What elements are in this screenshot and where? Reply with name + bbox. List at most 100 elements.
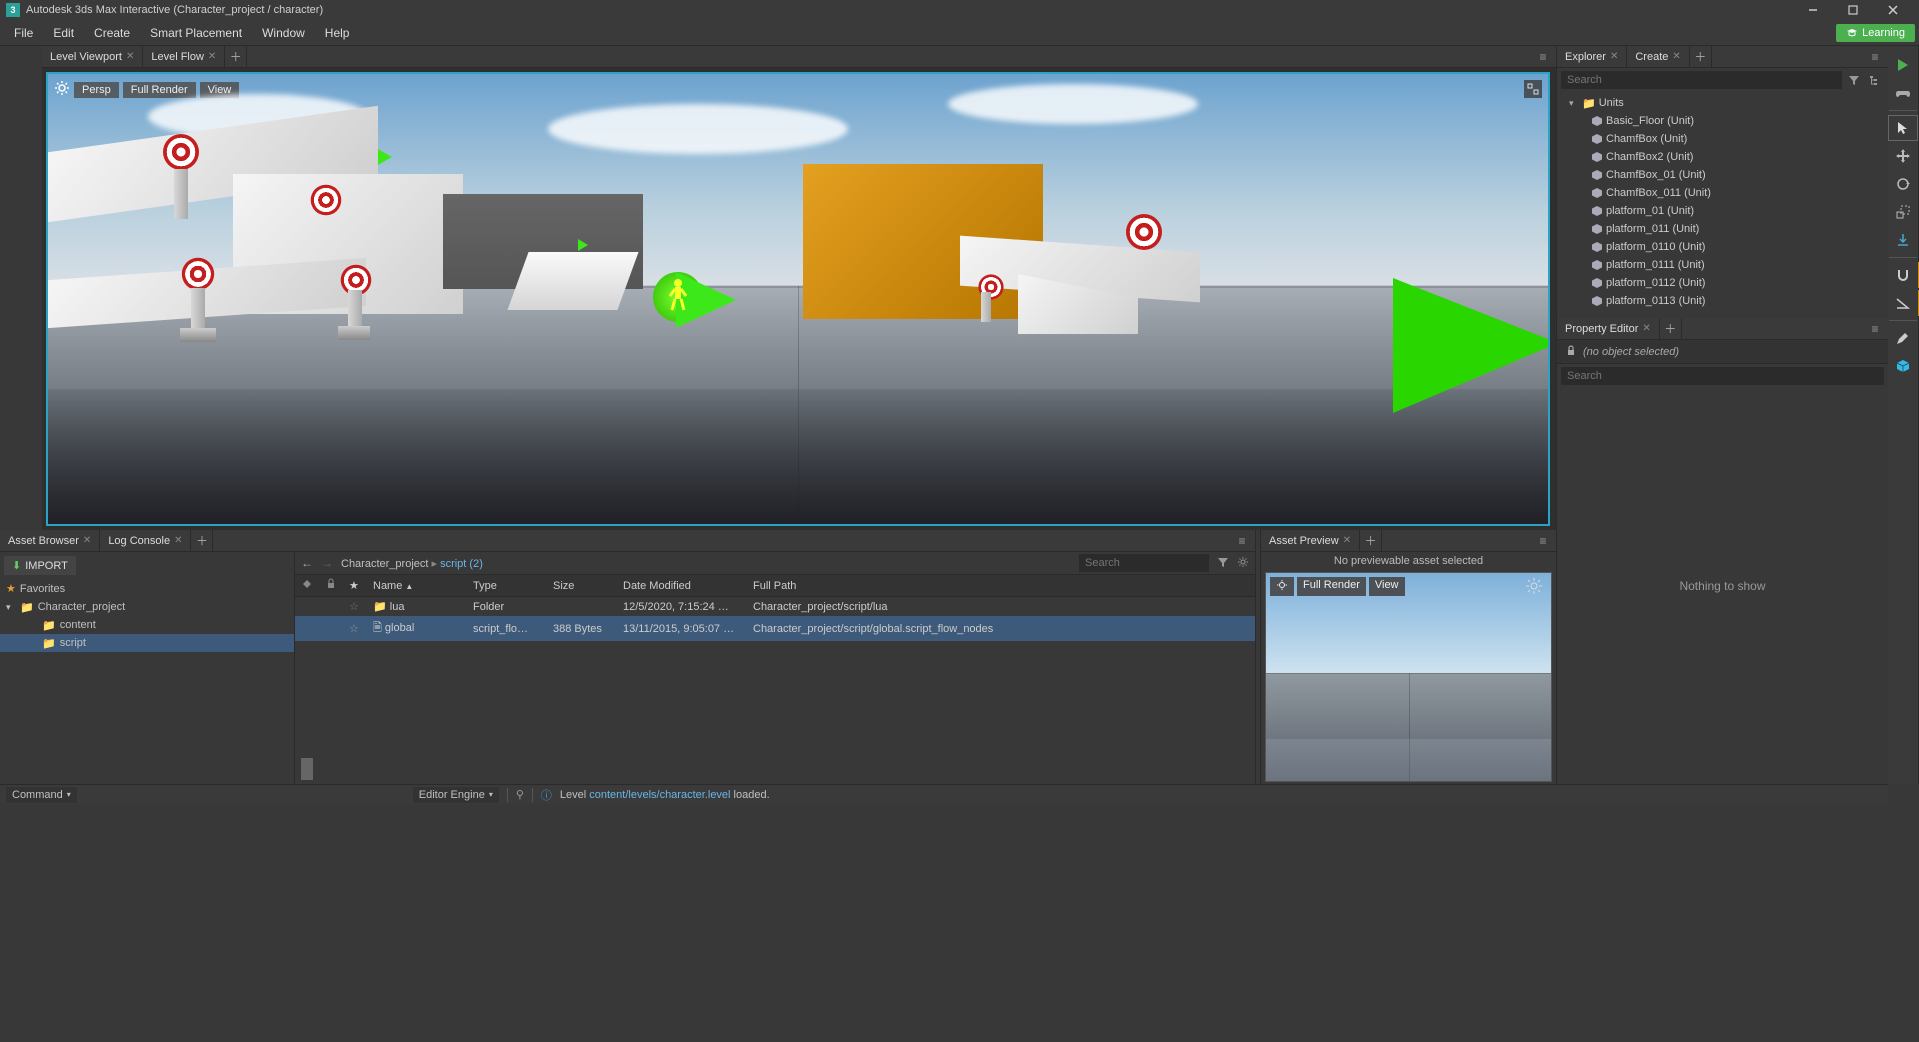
tab-property-editor[interactable]: Property Editor✕: [1557, 318, 1660, 339]
play-button[interactable]: [1888, 52, 1918, 78]
panel-menu-icon[interactable]: ≡: [1233, 530, 1251, 551]
viewport-camera-label[interactable]: Persp: [74, 82, 119, 98]
preview-view-label[interactable]: View: [1369, 577, 1405, 596]
project-folder-script[interactable]: 📁 script: [0, 634, 294, 652]
breadcrumb[interactable]: Character_project ▸ script (2): [341, 557, 1071, 570]
minimize-button[interactable]: [1793, 0, 1833, 20]
back-button[interactable]: ←: [301, 556, 313, 570]
property-search-input[interactable]: [1561, 367, 1884, 385]
hierarchy-icon[interactable]: [1866, 71, 1884, 89]
tab-explorer[interactable]: Explorer✕: [1557, 46, 1627, 67]
col-type[interactable]: Type: [467, 575, 547, 597]
tree-item[interactable]: ChamfBox (Unit): [1557, 130, 1888, 148]
project-folder-content[interactable]: 📁 content: [0, 616, 294, 634]
scale-tool[interactable]: [1888, 199, 1918, 225]
tree-item[interactable]: platform_01 (Unit): [1557, 202, 1888, 220]
close-icon[interactable]: ✕: [126, 51, 134, 62]
chevron-down-icon[interactable]: ▾: [1569, 98, 1579, 109]
sun-icon[interactable]: [1525, 577, 1543, 598]
tree-item[interactable]: platform_011 (Unit): [1557, 220, 1888, 238]
col-name[interactable]: Name ▲: [367, 575, 467, 597]
move-tool[interactable]: [1888, 143, 1918, 169]
menu-edit[interactable]: Edit: [43, 22, 84, 44]
maximize-viewport-icon[interactable]: [1524, 80, 1542, 98]
menu-help[interactable]: Help: [315, 22, 360, 44]
menu-window[interactable]: Window: [252, 22, 315, 44]
engine-dropdown[interactable]: Editor Engine ▾: [413, 787, 499, 803]
panel-menu-icon[interactable]: ≡: [1534, 530, 1552, 551]
pin-icon[interactable]: ⚲: [516, 788, 524, 801]
menu-create[interactable]: Create: [84, 22, 140, 44]
tab-create[interactable]: Create✕: [1627, 46, 1689, 67]
col-visibility[interactable]: [295, 575, 319, 597]
asset-search-input[interactable]: [1079, 554, 1209, 572]
col-fav[interactable]: ★: [343, 575, 367, 597]
tab-level-viewport[interactable]: Level Viewport ✕: [42, 46, 143, 67]
close-icon[interactable]: ✕: [1642, 323, 1650, 334]
tree-item[interactable]: platform_0112 (Unit): [1557, 274, 1888, 292]
tree-root-units[interactable]: ▾ 📁 Units: [1557, 94, 1888, 112]
tree-item[interactable]: ChamfBox_011 (Unit): [1557, 184, 1888, 202]
tree-item[interactable]: platform_0113 (Unit): [1557, 292, 1888, 310]
tree-item[interactable]: platform_0110 (Unit): [1557, 238, 1888, 256]
lock-icon[interactable]: [1565, 344, 1577, 359]
table-row[interactable]: ☆ 📁 lua Folder 12/5/2020, 7:15:24 … Char…: [295, 597, 1255, 617]
panel-menu-icon[interactable]: ≡: [1534, 46, 1552, 67]
snap-angle-tool[interactable]: [1888, 290, 1918, 316]
preview-render-label[interactable]: Full Render: [1297, 577, 1366, 596]
add-tab-button[interactable]: ＋: [1660, 318, 1682, 339]
viewport-render-label[interactable]: Full Render: [123, 82, 196, 98]
filter-icon[interactable]: [1217, 556, 1229, 571]
menu-file[interactable]: File: [4, 22, 43, 44]
tab-asset-browser[interactable]: Asset Browser✕: [0, 530, 100, 551]
close-icon[interactable]: ✕: [1672, 51, 1680, 62]
explorer-search-input[interactable]: [1561, 71, 1842, 89]
tree-item[interactable]: ChamfBox_01 (Unit): [1557, 166, 1888, 184]
tab-log-console[interactable]: Log Console✕: [100, 530, 191, 551]
level-viewport[interactable]: Persp Full Render View: [46, 72, 1550, 526]
learning-button[interactable]: Learning: [1836, 24, 1915, 42]
chevron-down-icon[interactable]: ▾: [6, 602, 16, 613]
select-tool[interactable]: [1888, 115, 1918, 141]
panel-menu-icon[interactable]: ≡: [1866, 46, 1884, 67]
tree-item[interactable]: Basic_Floor (Unit): [1557, 112, 1888, 130]
project-root[interactable]: ▾ 📁 Character_project: [0, 598, 294, 616]
rotate-tool[interactable]: [1888, 171, 1918, 197]
menu-smart-placement[interactable]: Smart Placement: [140, 22, 252, 44]
test-game-button[interactable]: [1888, 80, 1918, 106]
tab-asset-preview[interactable]: Asset Preview✕: [1261, 530, 1360, 551]
paint-tool[interactable]: [1888, 325, 1918, 351]
preview-viewport[interactable]: Full Render View: [1265, 572, 1552, 782]
close-icon[interactable]: ✕: [1610, 51, 1618, 62]
close-button[interactable]: [1873, 0, 1913, 20]
gear-icon[interactable]: [1270, 577, 1294, 596]
thumbnail-size-slider[interactable]: [295, 754, 1255, 784]
panel-menu-icon[interactable]: ≡: [1866, 318, 1884, 339]
import-button[interactable]: ⬇ IMPORT: [4, 556, 76, 575]
close-icon[interactable]: ✕: [83, 535, 91, 546]
close-icon[interactable]: ✕: [174, 535, 182, 546]
table-row[interactable]: ☆ 🗎 global script_flo… 388 Bytes 13/11/2…: [295, 616, 1255, 641]
add-tab-button[interactable]: ＋: [1360, 530, 1382, 551]
col-size[interactable]: Size: [547, 575, 617, 597]
add-tab-button[interactable]: ＋: [191, 530, 213, 551]
gear-icon[interactable]: [1237, 556, 1249, 571]
filter-icon[interactable]: [1845, 71, 1863, 89]
close-icon[interactable]: ✕: [1343, 535, 1351, 546]
maximize-button[interactable]: [1833, 0, 1873, 20]
add-tab-button[interactable]: ＋: [1690, 46, 1712, 67]
snap-tool[interactable]: [1888, 262, 1918, 288]
close-icon[interactable]: ✕: [208, 51, 216, 62]
tree-item[interactable]: ChamfBox2 (Unit): [1557, 148, 1888, 166]
col-path[interactable]: Full Path: [747, 575, 1255, 597]
col-lock[interactable]: [319, 575, 343, 597]
gear-icon[interactable]: [54, 80, 70, 99]
tree-item[interactable]: platform_0111 (Unit): [1557, 256, 1888, 274]
col-date[interactable]: Date Modified: [617, 575, 747, 597]
forward-button[interactable]: →: [321, 556, 333, 570]
tab-level-flow[interactable]: Level Flow ✕: [143, 46, 225, 67]
unit-tool[interactable]: [1888, 353, 1918, 379]
command-dropdown[interactable]: Command ▾: [6, 787, 77, 803]
place-tool[interactable]: [1888, 227, 1918, 253]
favorites-row[interactable]: ★ Favorites: [0, 579, 294, 598]
